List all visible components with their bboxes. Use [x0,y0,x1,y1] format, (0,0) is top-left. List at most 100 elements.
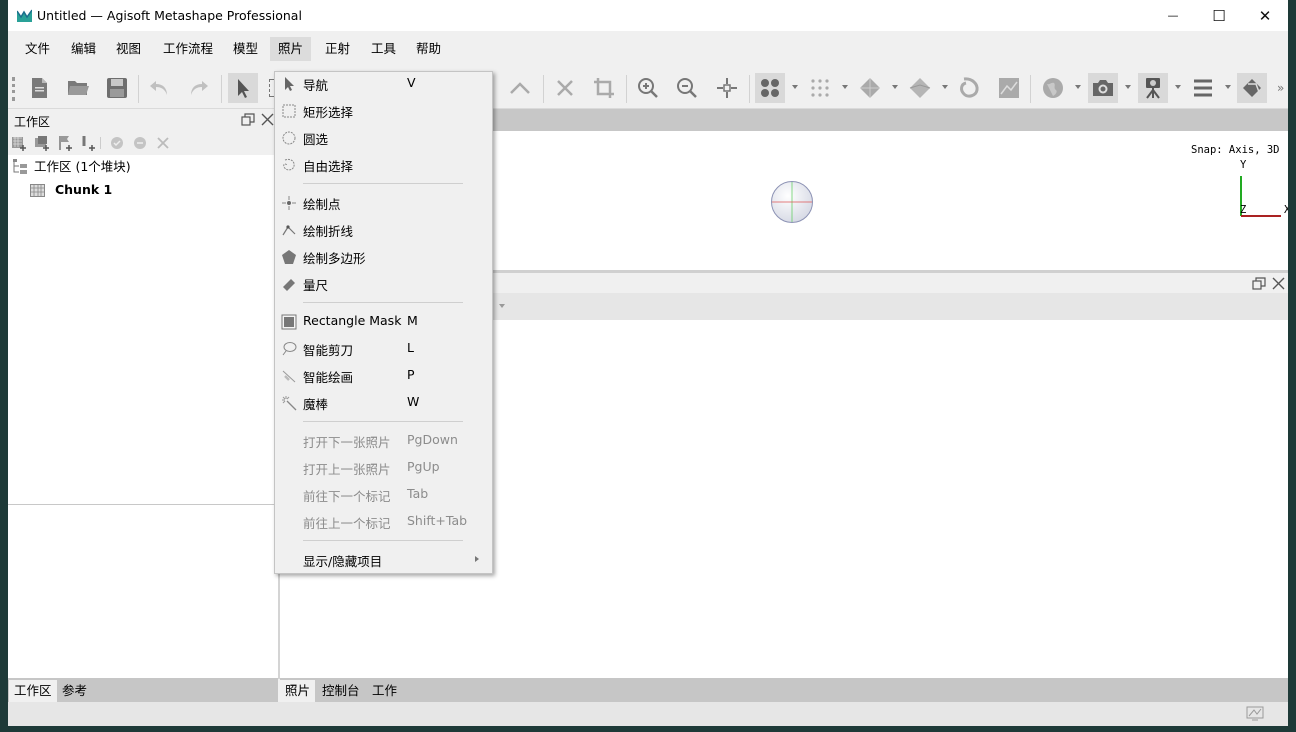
menu-help[interactable]: 帮助 [408,37,449,61]
menu-item-ruler[interactable]: 量尺 [275,270,492,297]
workspace-tree-icon [13,159,27,174]
menu-item-circle-select[interactable]: 圆选 [275,124,492,151]
crop-button[interactable] [589,73,619,103]
tree-item-workspace[interactable]: 工作区 (1个堆块) [12,156,131,178]
open-folder-button[interactable] [63,73,93,103]
chevron-down-icon[interactable] [842,85,848,89]
menu-photo[interactable]: 照片 [270,37,312,61]
camera-tripod-icon [1146,78,1160,99]
delete-selection-button[interactable] [550,73,580,103]
show-markers-button[interactable] [1138,73,1168,103]
chevron-down-icon[interactable] [1125,85,1131,89]
menu-item-rectangle-mask[interactable]: Rectangle Mask M [275,308,492,335]
zoom-out-button[interactable] [672,73,702,103]
add-marker-icon[interactable] [57,135,73,151]
remove-item-icon[interactable] [155,135,171,151]
reset-view-button[interactable] [712,73,742,103]
show-regions-button[interactable] [1237,73,1267,103]
add-chunk-icon[interactable] [11,135,27,151]
undo-button[interactable] [144,73,174,103]
menu-item-free-select[interactable]: 自由选择 [275,151,492,178]
menu-edit[interactable]: 编辑 [63,37,104,61]
enable-item-icon[interactable] [109,135,125,151]
dem-icon [999,78,1019,98]
status-bar [8,702,1288,726]
chevron-down-icon[interactable] [1075,85,1081,89]
disable-item-icon[interactable] [132,135,148,151]
chevron-right-icon [475,556,479,562]
dense-cloud-view-button[interactable] [805,73,835,103]
show-shapes-button[interactable] [1188,73,1218,103]
arrow-cursor-icon [238,79,249,98]
textured-mesh-icon [909,78,931,98]
menu-model[interactable]: 模型 [225,37,266,61]
menu-item-open-next-photo[interactable]: 打开下一张照片 PgDown [275,427,492,454]
delete-x-icon [557,80,573,96]
rectangle-mask-icon [281,314,297,330]
maximize-button[interactable]: ☐ [1196,0,1242,31]
close-button[interactable]: ✕ [1242,0,1288,31]
redo-button[interactable] [184,73,214,103]
menu-item-magic-wand[interactable]: 魔棒 W [275,389,492,416]
point-cloud-view-button[interactable] [755,73,785,103]
tab-jobs[interactable]: 工作 [367,680,402,702]
menu-item-intelligent-paint[interactable]: 智能绘画 P [275,362,492,389]
close-panel-icon[interactable] [1272,277,1285,290]
tab-reference[interactable]: 参考 [57,680,92,702]
mesh-view-button[interactable] [855,73,885,103]
rectangle-select-icon [282,104,296,118]
menu-workflow[interactable]: 工作流程 [155,37,221,61]
trackball-icon[interactable] [770,180,814,224]
add-scalebar-icon[interactable] [80,135,96,151]
tiled-model-button[interactable] [955,73,985,103]
menu-item-navigation[interactable]: 导航 V [275,70,492,97]
toolbar-overflow-icon[interactable]: » [1277,81,1284,95]
chevron-down-icon[interactable] [499,304,505,308]
menu-item-draw-polygon[interactable]: 绘制多边形 [275,243,492,270]
menu-item-draw-point[interactable]: 绘制点 [275,189,492,216]
menu-item-go-to-next-marker[interactable]: 前往下一个标记 Tab [275,481,492,508]
zoom-in-button[interactable] [633,73,663,103]
menu-item-open-previous-photo[interactable]: 打开上一张照片 PgUp [275,454,492,481]
new-document-button[interactable] [24,73,54,103]
magic-wand-icon [282,396,297,411]
photo-dropdown-menu: 导航 V 矩形选择 圆选 自由选择 绘制点 绘制折线 绘制多边形 量尺 Rect… [274,71,493,574]
show-cameras-button[interactable] [1088,73,1118,103]
textured-model-button[interactable] [905,73,935,103]
polyline-tool-button[interactable] [505,73,535,103]
chevron-down-icon[interactable] [792,85,798,89]
list-lines-icon [1194,79,1212,97]
chevron-down-icon[interactable] [1225,85,1231,89]
toolbar-grip[interactable] [12,77,15,101]
right-panel-tabs: 照片 控制台 工作 [280,678,1288,702]
menu-item-show-hide-items[interactable]: 显示/隐藏项目 [275,546,492,573]
tab-photos[interactable]: 照片 [280,680,316,702]
tree-item-chunk[interactable]: Chunk 1 [30,179,112,201]
app-window: Untitled — Agisoft Metashape Professiona… [8,0,1288,726]
menu-view[interactable]: 视图 [108,37,149,61]
float-panel-icon[interactable] [241,113,255,126]
tab-workspace[interactable]: 工作区 [9,680,57,702]
menu-item-intelligent-scissors[interactable]: 智能剪刀 L [275,335,492,362]
dem-view-button[interactable] [994,73,1024,103]
chevron-down-icon[interactable] [942,85,948,89]
add-photos-icon[interactable] [34,135,50,151]
tab-console[interactable]: 控制台 [317,680,365,702]
menu-item-draw-polyline[interactable]: 绘制折线 [275,216,492,243]
navigation-tool-button[interactable] [228,73,258,103]
menu-tools[interactable]: 工具 [363,37,404,61]
intelligent-paint-icon [282,370,296,383]
chevron-down-icon[interactable] [1175,85,1181,89]
menu-item-rectangle-select[interactable]: 矩形选择 [275,97,492,124]
network-status-icon[interactable] [1246,706,1264,722]
close-panel-icon[interactable] [261,113,274,126]
save-button[interactable] [102,73,132,103]
float-panel-icon[interactable] [1252,277,1266,290]
arrow-cursor-icon [285,77,294,91]
globe-view-button[interactable] [1038,73,1068,103]
menu-file[interactable]: 文件 [17,37,58,61]
chevron-down-icon[interactable] [892,85,898,89]
menu-ortho[interactable]: 正射 [317,37,358,61]
menu-item-go-to-previous-marker[interactable]: 前往上一个标记 Shift+Tab [275,508,492,535]
minimize-button[interactable]: — [1150,0,1196,31]
